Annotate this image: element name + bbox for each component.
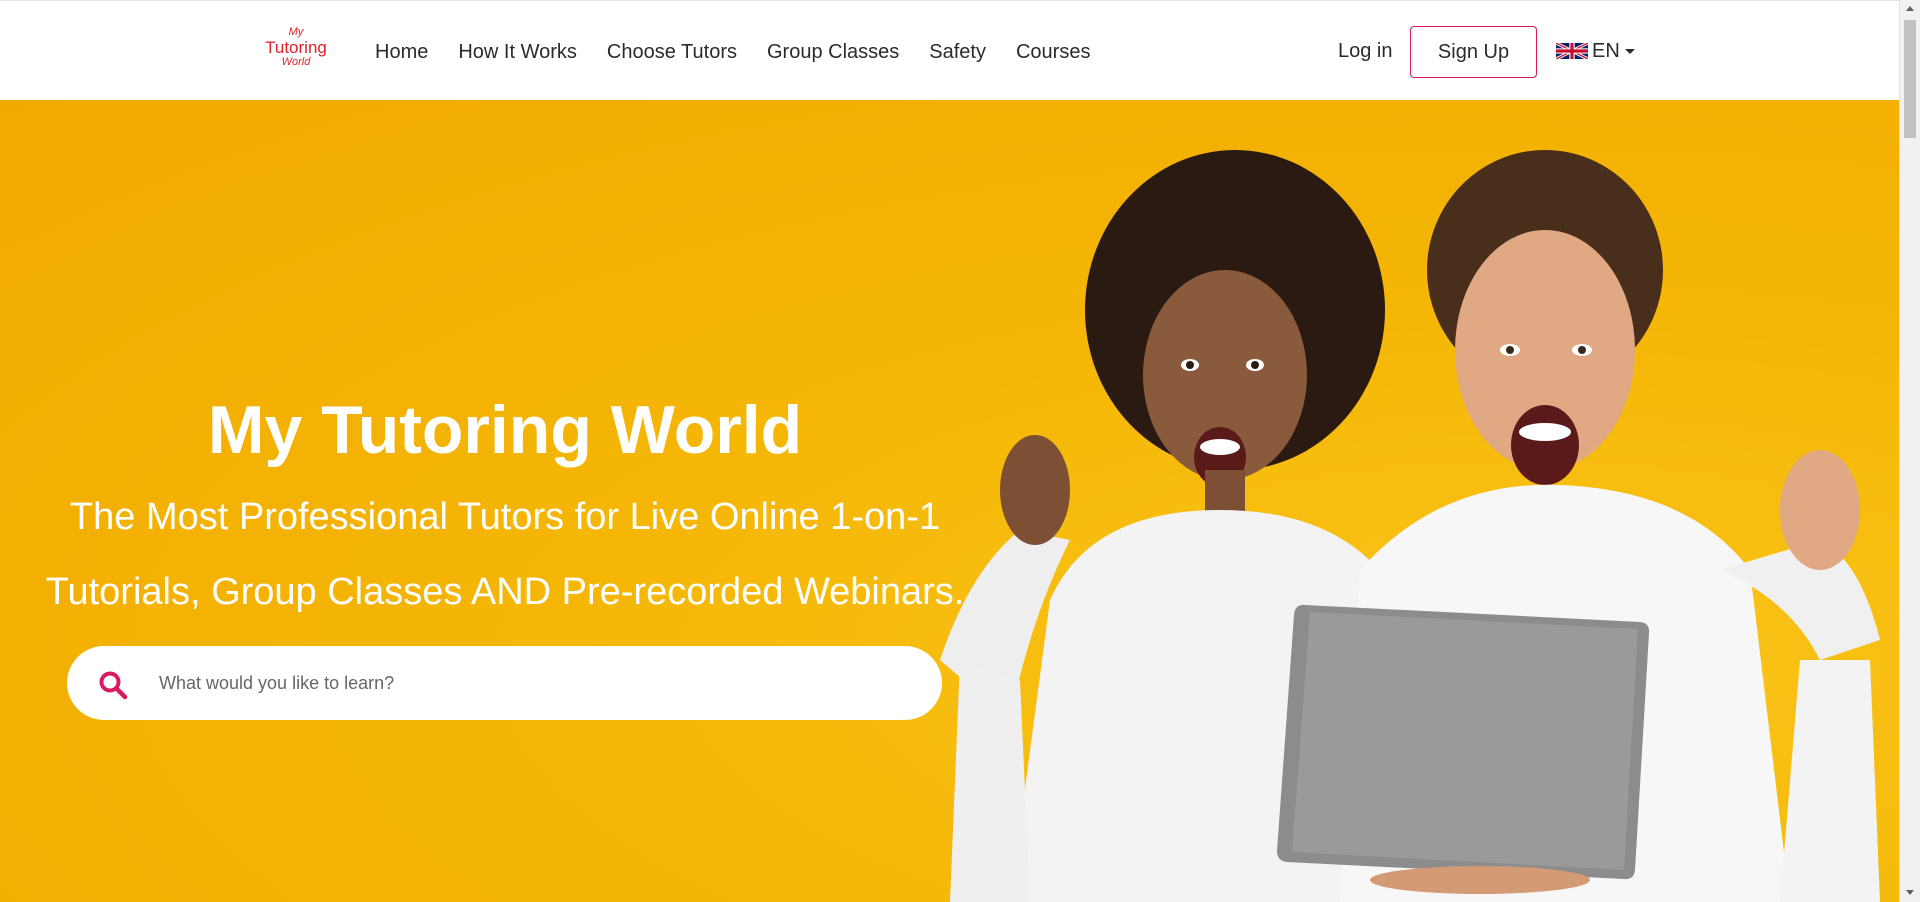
nav-courses[interactable]: Courses	[1016, 39, 1090, 65]
site-header: My Tutoring World Home How It Works Choo…	[0, 0, 1899, 100]
signup-button[interactable]: Sign Up	[1410, 26, 1537, 78]
nav-group-classes[interactable]: Group Classes	[767, 39, 899, 65]
nav-safety[interactable]: Safety	[929, 39, 986, 65]
search-icon[interactable]	[98, 670, 128, 700]
hero-title: My Tutoring World	[207, 392, 803, 468]
scroll-down-arrow-icon[interactable]	[1906, 890, 1914, 895]
logo-line-1: My	[288, 26, 304, 38]
search-bar[interactable]	[67, 646, 942, 720]
main-nav: Home How It Works Choose Tutors Group Cl…	[375, 39, 1120, 65]
language-selector[interactable]: EN	[1556, 38, 1635, 64]
scroll-up-arrow-icon[interactable]	[1906, 6, 1914, 11]
hero-subtitle-line-2: Tutorials, Group Classes AND Pre-recorde…	[45, 571, 965, 613]
scroll-thumb[interactable]	[1904, 20, 1916, 138]
hero-subtitle: The Most Professional Tutors for Live On…	[40, 480, 970, 630]
logo-line-2: Tutoring	[265, 38, 327, 57]
chevron-down-icon	[1624, 48, 1635, 54]
language-code: EN	[1592, 39, 1620, 62]
site-logo[interactable]: My Tutoring World	[258, 27, 334, 73]
nav-choose-tutors[interactable]: Choose Tutors	[607, 39, 737, 65]
logo-line-3: World	[281, 56, 311, 68]
nav-home[interactable]: Home	[375, 39, 428, 65]
hero-people-image	[940, 150, 1880, 902]
nav-how-it-works[interactable]: How It Works	[458, 39, 577, 65]
login-link[interactable]: Log in	[1338, 38, 1393, 64]
hero-subtitle-line-1: The Most Professional Tutors for Live On…	[69, 496, 941, 538]
search-input[interactable]	[159, 666, 899, 700]
page-scrollbar[interactable]	[1899, 0, 1920, 902]
uk-flag-icon	[1556, 43, 1588, 59]
